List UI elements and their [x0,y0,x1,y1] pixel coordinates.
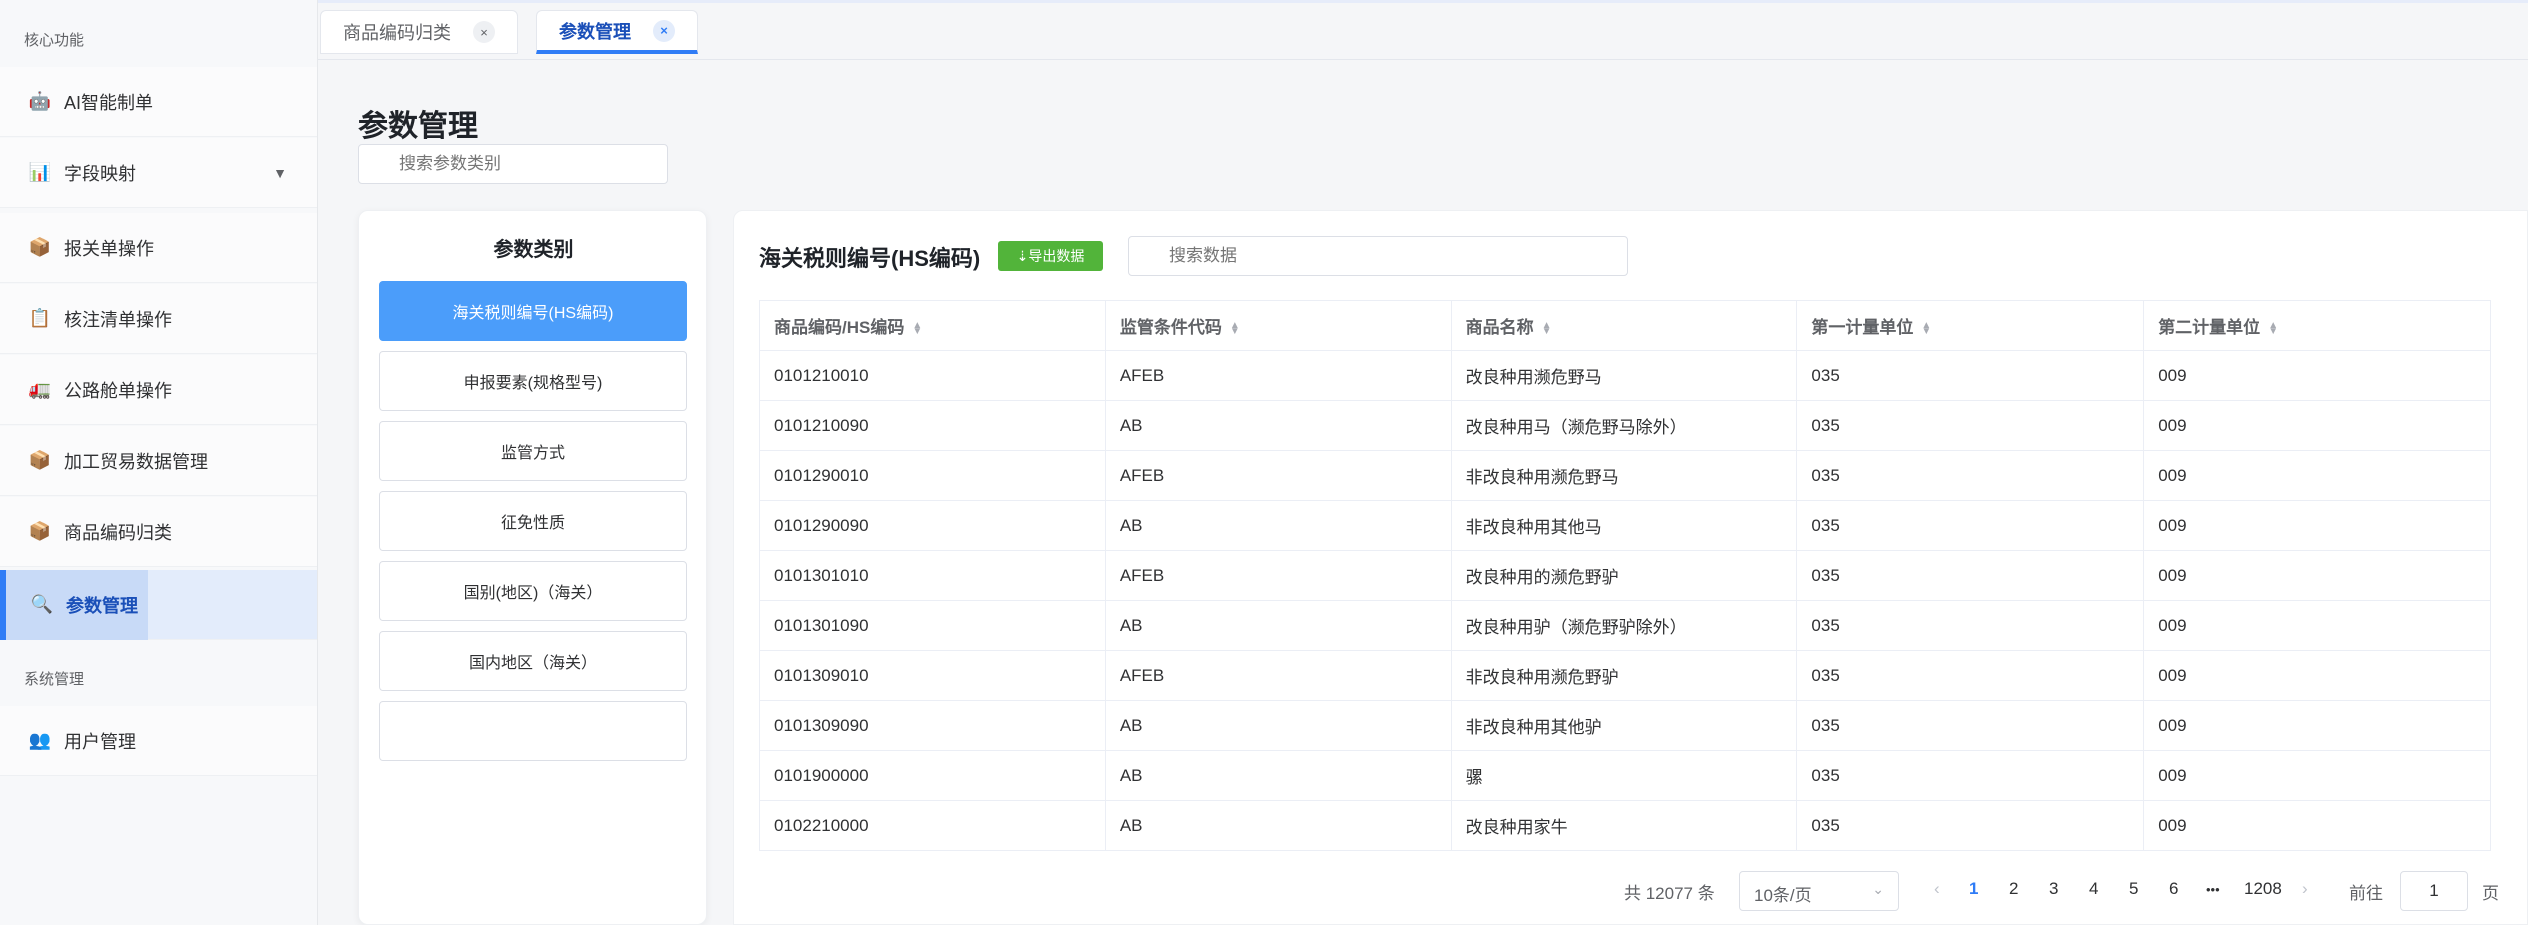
sort-icon[interactable]: ▲ ▼ [1921,320,1931,336]
column-header-hs-code[interactable]: 商品编码/HS编码 ▲ ▼ [759,300,1106,351]
tab-label: 参数管理 [559,21,631,42]
chevron-down-icon[interactable]: ▼ [273,165,287,181]
prev-page-button[interactable]: ‹ [1934,879,1940,899]
package-icon: 📦 [28,450,52,470]
category-item-supervision-mode[interactable]: 监管方式 [379,421,687,481]
sidebar-item-commodity-code[interactable]: 📦 商品编码归类 [0,497,317,567]
data-table: 商品编码/HS编码 ▲ ▼ 监管条件代码 ▲ ▼ 商品名称 ▲ ▼ 第一计量单位 ▲ ▼ 第二计… [759,300,2491,851]
sidebar-item-label: 报关单操作 [64,238,154,259]
category-panel-title: 参数类别 [493,239,574,261]
pagination: 共 12077 条 10条/页 ⌄ ‹ 1 2 3 4 5 6 ••• 1208… [734,871,2528,911]
column-header-product-name[interactable]: 商品名称 ▲ ▼ [1450,300,1798,351]
page-size-value: 10条/页 [1754,886,1812,905]
pagination-total: 共 12077 条 [1624,884,1715,903]
goto-label: 前往 [2349,884,2383,903]
category-list[interactable]: 海关税则编号(HS编码) 申报要素(规格型号) 监管方式 征免性质 国别(地区)… [379,281,687,925]
page-number[interactable]: 5 [2129,879,2138,899]
close-icon[interactable]: × [473,21,495,43]
table-row[interactable]: 0101210010 AFEB 改良种用濒危野马 035 009 [759,350,2491,401]
section-system-label: 系统管理 [24,671,85,688]
sidebar-item-customs-declaration[interactable]: 📦 报关单操作 [0,213,317,283]
column-header-second-unit[interactable]: 第二计量单位 ▲ ▼ [2143,300,2491,351]
page-size-select[interactable]: 10条/页 ⌄ [1739,871,1899,911]
table-row[interactable]: 0101309090 AB 非改良种用其他驴 035 009 [759,700,2491,751]
table-row[interactable]: 0101309010 AFEB 非改良种用濒危野驴 035 009 [759,650,2491,701]
sidebar-item-label: 加工贸易数据管理 [64,451,208,472]
sidebar-item-label: 核注清单操作 [64,309,172,330]
next-page-button[interactable]: › [2302,879,2308,899]
package-icon: 📦 [28,521,52,541]
sidebar-item-road-manifest[interactable]: 🚛 公路舱单操作 [0,355,317,425]
category-item-partial[interactable] [379,701,687,761]
sidebar-item-user-management[interactable]: 👥 用户管理 [0,706,317,776]
page-number[interactable]: 4 [2089,879,2098,899]
sidebar-item-parameter-management[interactable]: 🔍 参数管理 [0,570,317,640]
page-number[interactable]: 1208 [2244,879,2282,899]
table-header-row: 商品编码/HS编码 ▲ ▼ 监管条件代码 ▲ ▼ 商品名称 ▲ ▼ 第一计量单位 ▲ ▼ 第二计… [759,300,2491,351]
page-number[interactable]: 3 [2049,879,2058,899]
tab-commodity-code[interactable]: 商品编码归类 × [320,10,518,54]
column-header-supervision-code[interactable]: 监管条件代码 ▲ ▼ [1104,300,1452,351]
category-item-hs-code[interactable]: 海关税则编号(HS编码) [379,281,687,341]
page-title: 参数管理 [358,110,478,143]
sidebar-item-label: 字段映射 [64,163,136,184]
sidebar-item-label: 公路舱单操作 [64,380,172,401]
sidebar-item-verification-list[interactable]: 📋 核注清单操作 [0,284,317,354]
sidebar: 核心功能 🤖 AI智能制单 📊 字段映射 ▼ 📦 报关单操作 📋 核注清单操作 … [0,0,318,925]
sort-icon[interactable]: ▲ ▼ [1230,320,1240,336]
goto-page-input[interactable] [2400,871,2468,911]
data-search-input[interactable] [1128,236,1628,276]
category-item-domestic-region[interactable]: 国内地区（海关） [379,631,687,691]
page-number[interactable]: 6 [2169,879,2178,899]
category-item-exemption-nature[interactable]: 征免性质 [379,491,687,551]
robot-icon: 🤖 [28,91,52,111]
chart-icon: 📊 [28,162,52,182]
table-row[interactable]: 0101301090 AB 改良种用驴（濒危野驴除外） 035 009 [759,600,2491,651]
search-icon: 🔍 [30,594,54,614]
page-suffix: 页 [2482,884,2499,903]
page-number[interactable]: 1 [1969,879,1978,899]
sort-icon[interactable]: ▲ ▼ [912,320,922,336]
tab-label: 商品编码归类 [343,23,451,43]
sort-icon[interactable]: ▲ ▼ [1542,320,1552,336]
category-item-country-region[interactable]: 国别(地区)（海关） [379,561,687,621]
sidebar-item-label: 参数管理 [66,595,138,616]
sidebar-item-processing-trade[interactable]: 📦 加工贸易数据管理 [0,426,317,496]
section-core-label: 核心功能 [24,32,85,49]
top-border [318,0,2528,3]
table-row[interactable]: 0102210000 AB 改良种用家牛 035 009 [759,800,2491,851]
tab-parameter-management[interactable]: 参数管理 × [536,10,698,54]
category-panel: 参数类别 海关税则编号(HS编码) 申报要素(规格型号) 监管方式 征免性质 国… [358,210,707,925]
more-pages-icon[interactable]: ••• [2206,882,2220,897]
sort-icon[interactable]: ▲ ▼ [2268,320,2278,336]
sidebar-item-label: AI智能制单 [64,92,154,113]
users-icon: 👥 [28,730,52,750]
chevron-down-icon: ⌄ [1872,881,1884,897]
clipboard-icon: 📋 [28,308,52,328]
close-icon[interactable]: × [653,19,675,42]
sidebar-item-ai-form[interactable]: 🤖 AI智能制单 [0,67,317,137]
table-row[interactable]: 0101900000 AB 骡 035 009 [759,750,2491,801]
category-item-declaration-elements[interactable]: 申报要素(规格型号) [379,351,687,411]
data-panel-title: 海关税则编号(HS编码) [759,246,981,271]
table-row[interactable]: 0101301010 AFEB 改良种用的濒危野驴 035 009 [759,550,2491,601]
package-icon: 📦 [28,237,52,257]
data-panel: 海关税则编号(HS编码) ⇣导出数据 商品编码/HS编码▲▼ 监管条件代码▲▼ … [733,210,2528,925]
sidebar-item-field-mapping[interactable]: 📊 字段映射 ▼ [0,138,317,208]
category-search-input[interactable] [358,144,668,184]
table-row[interactable]: 0101290010 AFEB 非改良种用濒危野马 035 009 [759,450,2491,501]
table-row[interactable]: 0101290090 AB 非改良种用其他马 035 009 [759,500,2491,551]
column-header-first-unit[interactable]: 第一计量单位 ▲ ▼ [1796,300,2145,351]
export-data-button[interactable]: ⇣导出数据 [998,241,1103,271]
sidebar-item-label: 商品编码归类 [64,522,172,543]
tab-bar: 商品编码归类 × 参数管理 × [318,0,2528,60]
table-row[interactable]: 0101210090 AB 改良种用马（濒危野马除外） 035 009 [759,400,2491,451]
truck-icon: 🚛 [28,379,52,399]
sidebar-item-label: 用户管理 [64,731,136,752]
page-number[interactable]: 2 [2009,879,2018,899]
